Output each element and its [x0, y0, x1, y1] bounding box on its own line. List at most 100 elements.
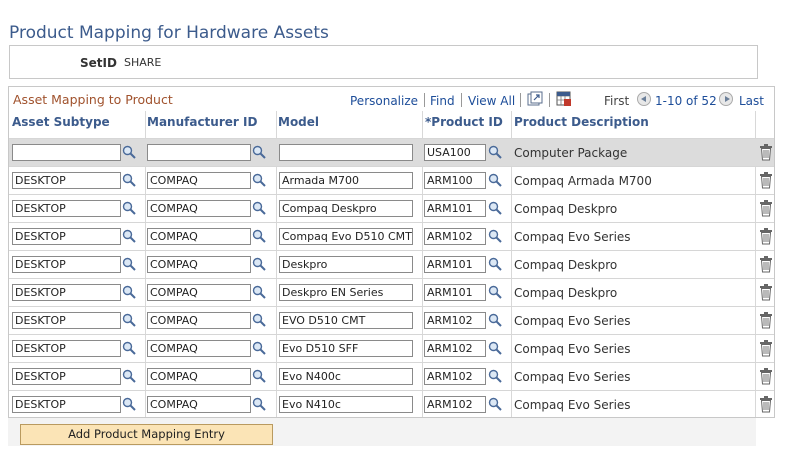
product-id-lookup-icon[interactable] — [488, 369, 502, 383]
product-id-input[interactable]: ARM102 — [424, 396, 486, 413]
find-link[interactable]: Find — [430, 94, 455, 108]
delete-row-icon[interactable] — [759, 228, 773, 245]
asset-subtype-input[interactable]: DESKTOP — [12, 284, 121, 301]
nav-separator — [424, 93, 425, 107]
delete-row-icon[interactable] — [759, 144, 773, 161]
manufacturer-id-input[interactable]: COMPAQ — [147, 172, 251, 189]
col-product-description[interactable]: Product Description — [514, 115, 649, 135]
asset-subtype-lookup-icon[interactable] — [122, 229, 136, 243]
product-id-lookup-icon[interactable] — [488, 313, 502, 327]
download-excel-icon[interactable] — [556, 91, 572, 107]
product-id-input[interactable]: ARM100 — [424, 172, 486, 189]
model-input[interactable]: Deskpro EN Series — [279, 284, 413, 301]
asset-subtype-input[interactable]: DESKTOP — [12, 228, 121, 245]
product-id-lookup-icon[interactable] — [488, 229, 502, 243]
last-link[interactable]: Last — [739, 94, 764, 108]
asset-subtype-input[interactable]: DESKTOP — [12, 312, 121, 329]
setid-value: SHARE — [124, 56, 162, 69]
manufacturer-lookup-icon[interactable] — [252, 369, 266, 383]
product-id-input[interactable]: ARM101 — [424, 256, 486, 273]
product-description: Computer Package — [514, 146, 628, 160]
page-title: Product Mapping for Hardware Assets — [9, 23, 329, 43]
model-input[interactable]: Armada M700 — [279, 172, 413, 189]
manufacturer-id-input[interactable]: COMPAQ — [147, 200, 251, 217]
manufacturer-id-input[interactable]: COMPAQ — [147, 340, 251, 357]
manufacturer-lookup-icon[interactable] — [252, 173, 266, 187]
delete-row-icon[interactable] — [759, 368, 773, 385]
asset-subtype-input[interactable]: DESKTOP — [12, 340, 121, 357]
col-model[interactable]: Model — [278, 115, 319, 135]
product-id-lookup-icon[interactable] — [488, 257, 502, 271]
delete-row-icon[interactable] — [759, 396, 773, 413]
asset-subtype-input[interactable]: DESKTOP — [12, 396, 121, 413]
view-all-link[interactable]: View All — [468, 94, 515, 108]
asset-subtype-lookup-icon[interactable] — [122, 285, 136, 299]
product-id-lookup-icon[interactable] — [488, 285, 502, 299]
asset-subtype-input[interactable]: DESKTOP — [12, 368, 121, 385]
product-id-lookup-icon[interactable] — [488, 201, 502, 215]
manufacturer-id-input[interactable]: COMPAQ — [147, 284, 251, 301]
product-id-lookup-icon[interactable] — [488, 397, 502, 411]
product-description: Compaq Deskpro — [514, 202, 618, 216]
asset-subtype-lookup-icon[interactable] — [122, 173, 136, 187]
asset-subtype-input[interactable]: DESKTOP — [12, 256, 121, 273]
asset-subtype-input[interactable] — [12, 144, 121, 161]
manufacturer-lookup-icon[interactable] — [252, 229, 266, 243]
col-asset-subtype[interactable]: Asset Subtype — [12, 115, 110, 135]
col-product-id[interactable]: *Product ID — [425, 115, 503, 135]
product-id-input[interactable]: ARM102 — [424, 312, 486, 329]
manufacturer-lookup-icon[interactable] — [252, 397, 266, 411]
manufacturer-id-input[interactable]: COMPAQ — [147, 228, 251, 245]
model-input[interactable]: Deskpro — [279, 256, 413, 273]
zoom-grid-icon[interactable] — [527, 91, 543, 107]
add-product-mapping-button[interactable]: Add Product Mapping Entry — [20, 424, 273, 445]
manufacturer-lookup-icon[interactable] — [252, 285, 266, 299]
product-id-input[interactable]: ARM101 — [424, 284, 486, 301]
delete-row-icon[interactable] — [759, 172, 773, 189]
product-id-lookup-icon[interactable] — [488, 173, 502, 187]
next-page-icon[interactable] — [719, 92, 733, 106]
asset-subtype-lookup-icon[interactable] — [122, 313, 136, 327]
manufacturer-id-input[interactable] — [147, 144, 251, 161]
asset-subtype-lookup-icon[interactable] — [122, 145, 136, 159]
product-id-input[interactable]: ARM102 — [424, 228, 486, 245]
product-id-lookup-icon[interactable] — [488, 341, 502, 355]
manufacturer-lookup-icon[interactable] — [252, 313, 266, 327]
asset-subtype-lookup-icon[interactable] — [122, 201, 136, 215]
model-input[interactable]: Evo N410c — [279, 396, 413, 413]
delete-row-icon[interactable] — [759, 312, 773, 329]
product-id-input[interactable]: ARM102 — [424, 368, 486, 385]
previous-page-icon[interactable] — [637, 92, 651, 106]
manufacturer-id-input[interactable]: COMPAQ — [147, 368, 251, 385]
manufacturer-id-input[interactable]: COMPAQ — [147, 312, 251, 329]
model-input[interactable]: Compaq Deskpro — [279, 200, 413, 217]
table-row: DESKTOP COMPAQ Deskpro EN Series ARM101 Comp… — [9, 278, 774, 306]
model-input[interactable]: EVO D510 CMT — [279, 312, 413, 329]
asset-subtype-input[interactable]: DESKTOP — [12, 172, 121, 189]
asset-subtype-lookup-icon[interactable] — [122, 257, 136, 271]
delete-row-icon[interactable] — [759, 256, 773, 273]
col-manufacturer-id[interactable]: Manufacturer ID — [147, 115, 257, 135]
manufacturer-lookup-icon[interactable] — [252, 257, 266, 271]
manufacturer-lookup-icon[interactable] — [252, 201, 266, 215]
product-id-lookup-icon[interactable] — [488, 145, 502, 159]
asset-subtype-lookup-icon[interactable] — [122, 369, 136, 383]
delete-row-icon[interactable] — [759, 340, 773, 357]
model-input[interactable]: Compaq Evo D510 CMT — [279, 228, 413, 245]
product-id-input[interactable]: ARM102 — [424, 340, 486, 357]
manufacturer-lookup-icon[interactable] — [252, 145, 266, 159]
asset-subtype-lookup-icon[interactable] — [122, 341, 136, 355]
personalize-link[interactable]: Personalize — [350, 94, 418, 108]
delete-row-icon[interactable] — [759, 284, 773, 301]
model-input[interactable]: Evo N400c — [279, 368, 413, 385]
product-id-input[interactable]: ARM101 — [424, 200, 486, 217]
manufacturer-id-input[interactable]: COMPAQ — [147, 396, 251, 413]
manufacturer-lookup-icon[interactable] — [252, 341, 266, 355]
product-id-input[interactable]: USA100 — [424, 144, 486, 161]
delete-row-icon[interactable] — [759, 200, 773, 217]
asset-subtype-lookup-icon[interactable] — [122, 397, 136, 411]
model-input[interactable] — [279, 144, 413, 161]
model-input[interactable]: Evo D510 SFF — [279, 340, 413, 357]
manufacturer-id-input[interactable]: COMPAQ — [147, 256, 251, 273]
asset-subtype-input[interactable]: DESKTOP — [12, 200, 121, 217]
